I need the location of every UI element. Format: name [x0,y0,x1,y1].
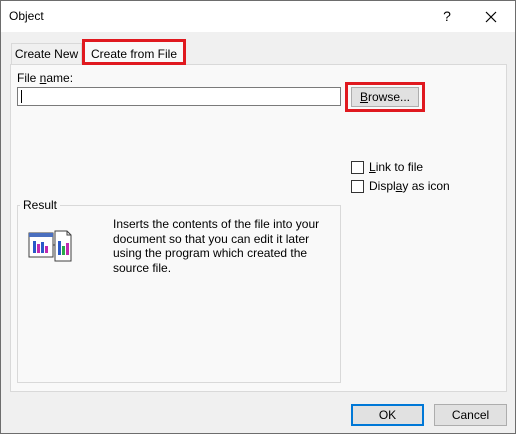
text-caret [21,90,22,103]
display-as-icon-label: Display as icon [369,179,450,193]
result-legend: Result [20,198,61,212]
tab-create-from-file[interactable]: Create from File [82,39,186,65]
file-name-input[interactable] [17,87,341,106]
browse-button[interactable]: Browse... [351,87,419,107]
display-as-icon-checkbox[interactable] [351,179,364,193]
cancel-button[interactable]: Cancel [434,404,507,426]
window-title: Object [9,9,44,23]
ok-button[interactable]: OK [351,404,424,426]
link-to-file-option[interactable]: Link to file [351,160,423,174]
title-bar: Object ? [1,1,515,32]
object-dialog: Object ? Create New Create from File Fil… [0,0,516,434]
link-to-file-label: Link to file [369,160,424,174]
file-name-label: File name: [17,71,74,85]
embedded-document-icon [28,230,72,262]
help-button[interactable]: ? [427,1,467,32]
display-as-icon-option[interactable]: Display as icon [351,179,450,193]
result-description: Inserts the contents of the file into yo… [113,217,320,275]
close-icon [485,11,497,22]
close-button[interactable] [467,1,515,32]
tab-create-new[interactable]: Create New [11,43,82,64]
link-to-file-checkbox[interactable] [351,160,364,174]
